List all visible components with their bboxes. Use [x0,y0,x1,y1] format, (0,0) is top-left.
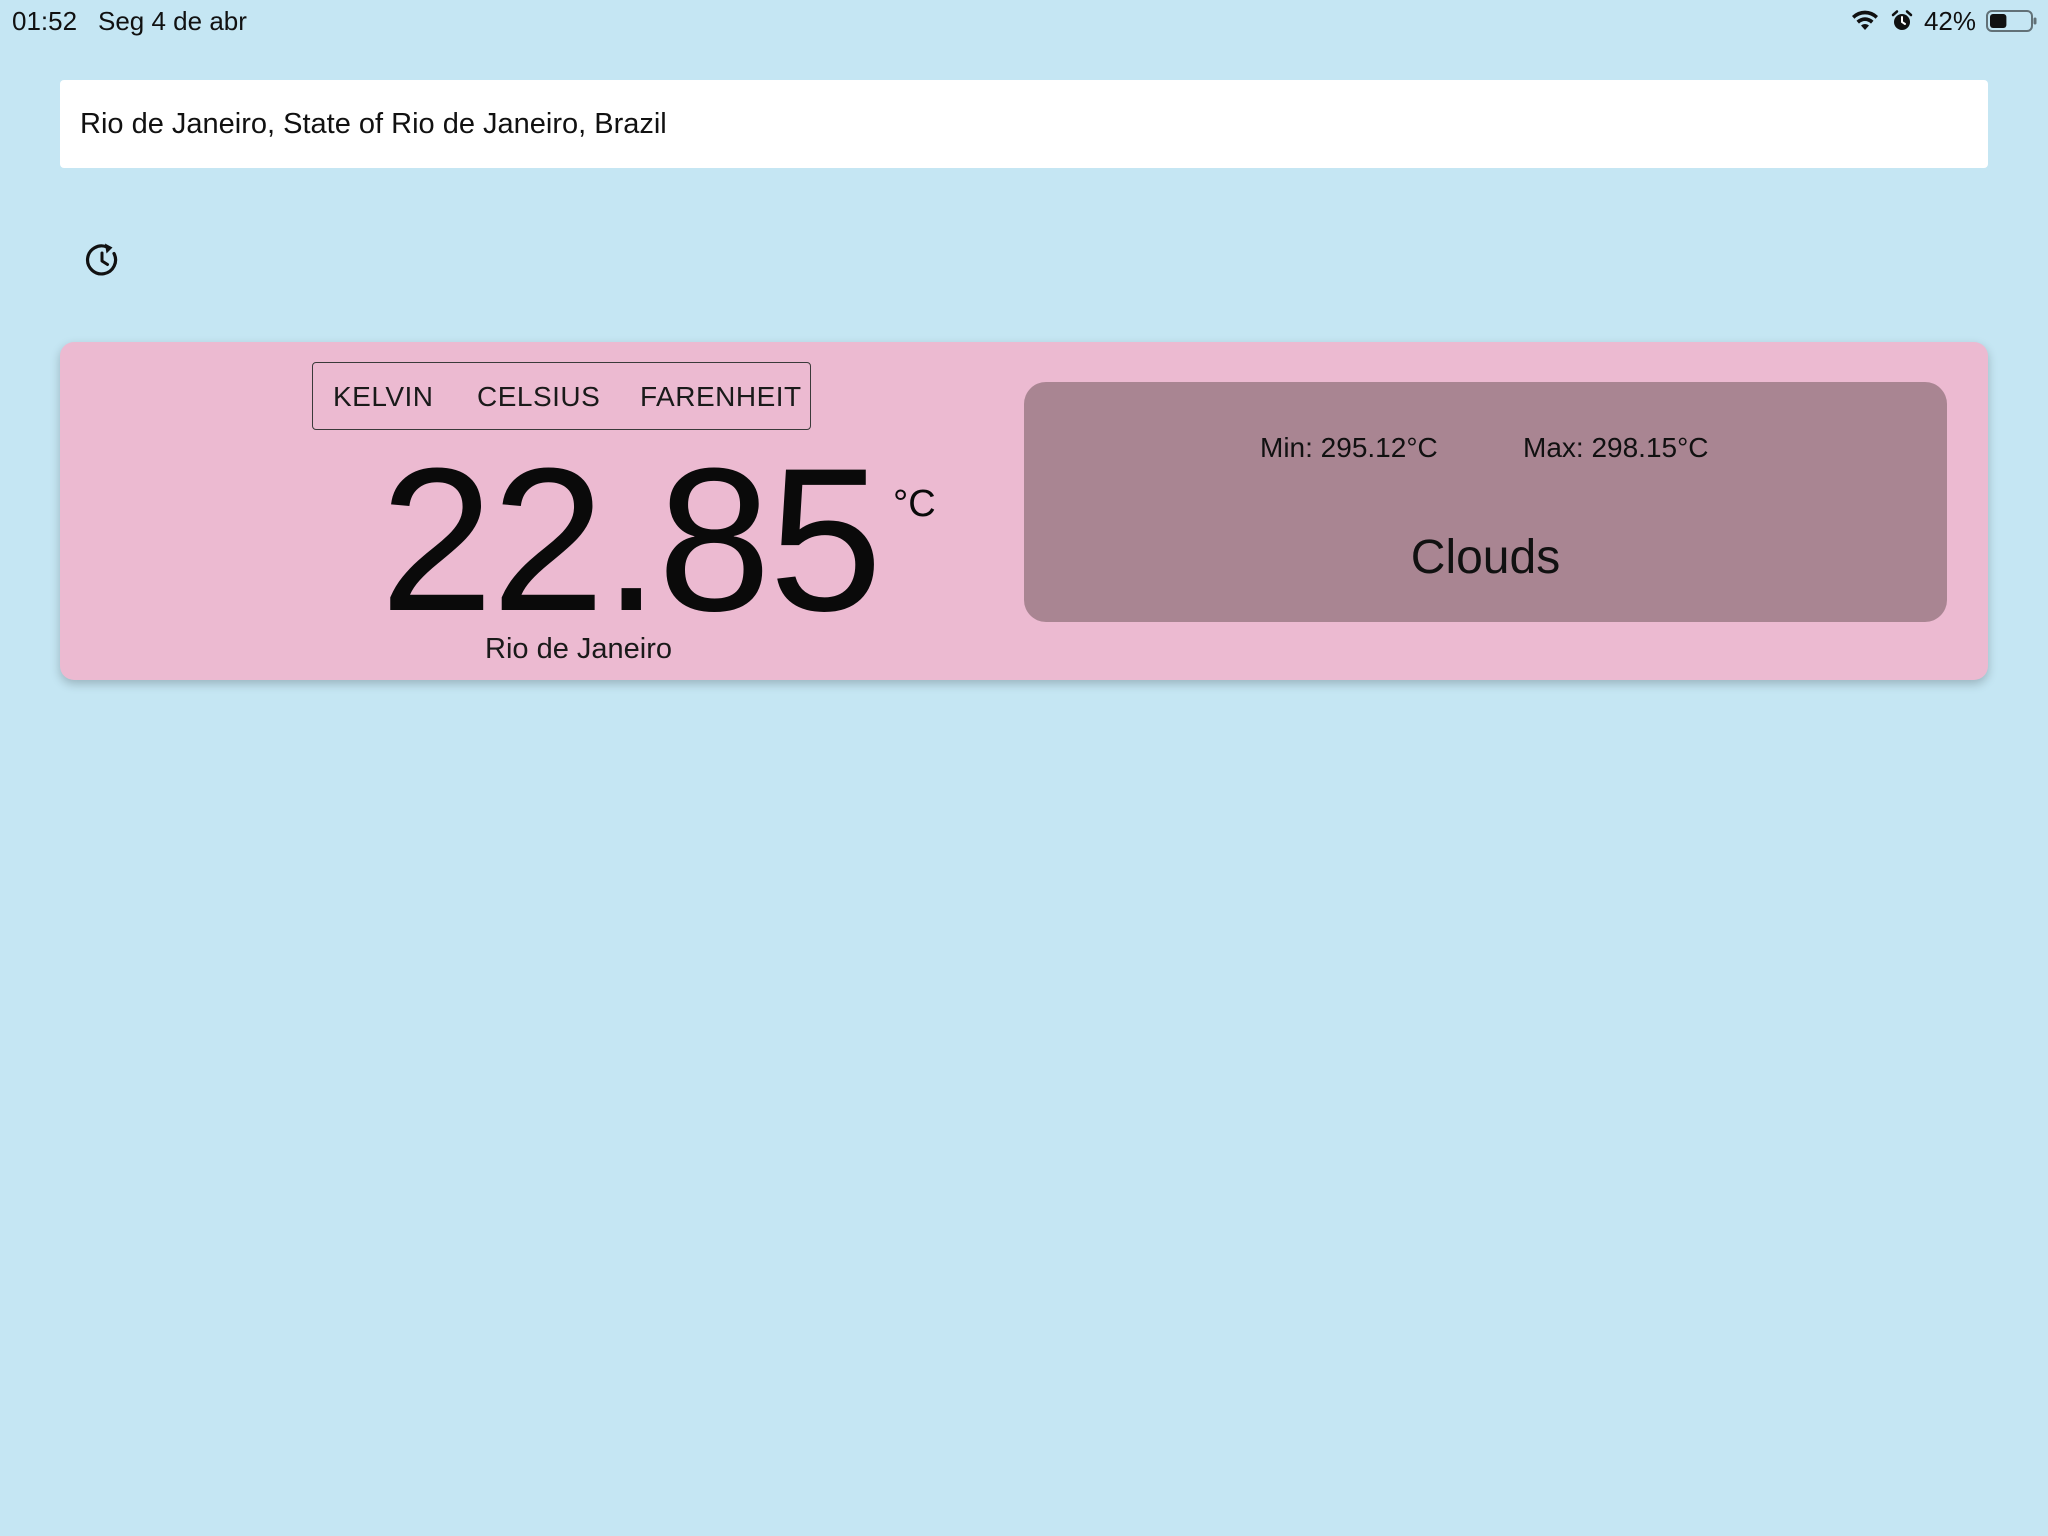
unit-farenheit-button[interactable]: FARENHEIT [640,381,802,413]
history-button[interactable] [82,242,122,282]
temperature-value: 22.85 [380,426,882,654]
location-search-input[interactable] [80,107,1968,141]
unit-toggle: KELVIN CELSIUS FARENHEIT [312,362,811,430]
history-icon [83,241,121,284]
status-bar: 01:52 Seg 4 de abr 42% [0,0,2048,42]
wifi-icon [1850,9,1880,33]
min-temperature: Min: 295.12°C [1260,432,1438,463]
alarm-icon [1890,9,1914,33]
city-name: Rio de Janeiro [485,633,672,665]
status-indicators: 42% [1850,6,2038,36]
location-search-box[interactable] [60,80,1988,168]
battery-percent: 42% [1923,5,1976,36]
weather-details-panel [1024,382,1947,622]
unit-kelvin-button[interactable]: KELVIN [333,381,434,413]
status-time: 01:52 [12,6,78,36]
temperature-unit: °C [893,483,936,525]
battery-icon [1986,9,2038,33]
weather-condition: Clouds [1410,531,1561,584]
unit-celsius-button[interactable]: CELSIUS [477,381,600,413]
max-temperature: Max: 298.15°C [1523,432,1709,463]
status-date: Seg 4 de abr [98,6,247,36]
